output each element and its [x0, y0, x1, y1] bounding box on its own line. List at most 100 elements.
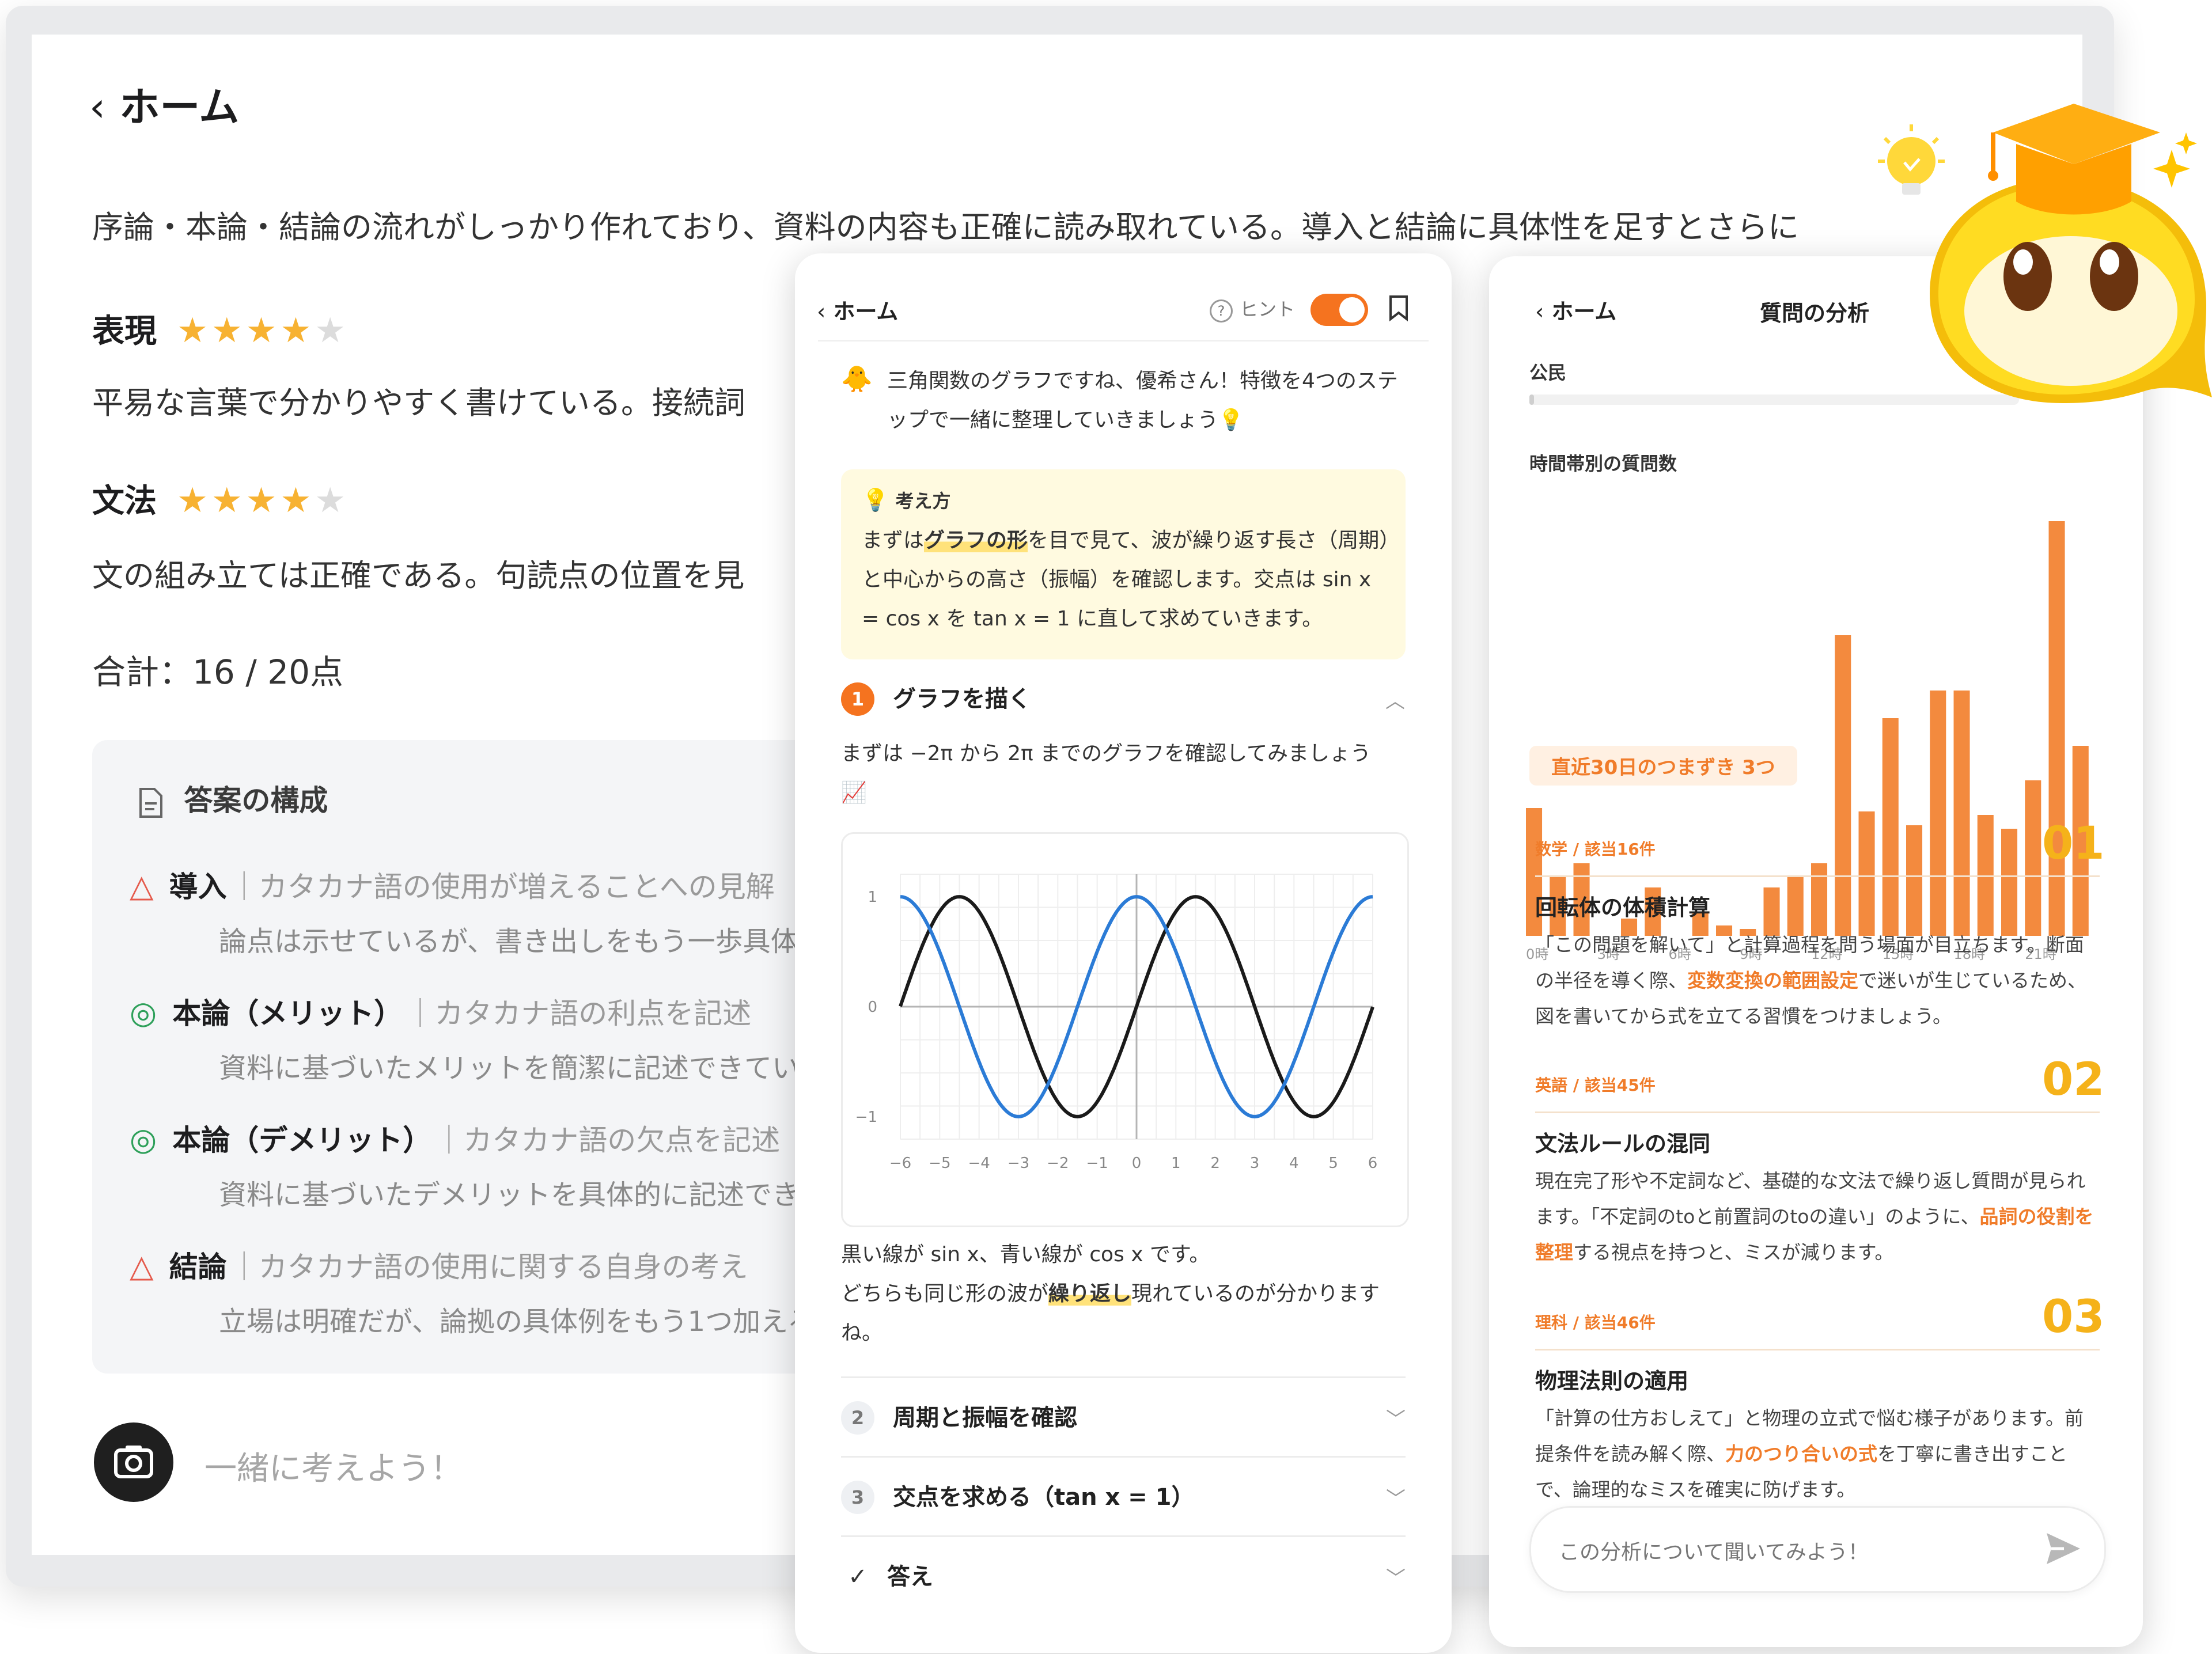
- x-tick-label: −4: [968, 1155, 990, 1172]
- structure-row: △ 導入 ｜カタカナ語の使用が増えることへの見解: [130, 868, 775, 904]
- subject-progress-fill: [1529, 394, 1534, 405]
- structure-row: △ 結論 ｜カタカナ語の使用に関する自身の考え: [130, 1248, 748, 1284]
- bar-hour-12: [1811, 863, 1828, 936]
- x-tick-label: 3: [1250, 1155, 1260, 1172]
- item-divider: [1535, 1111, 2100, 1113]
- back-chevron-icon[interactable]: ‹: [89, 84, 105, 131]
- bar-hour-21: [2025, 780, 2041, 936]
- item-divider: [1535, 1349, 2100, 1350]
- structure-row-desc: 資料に基づいたデメリットを具体的に記述できて: [219, 1179, 828, 1211]
- x-tick-label: −1: [1086, 1155, 1108, 1172]
- bookmark-icon[interactable]: [1388, 295, 1409, 324]
- step-number: 2: [841, 1401, 874, 1435]
- item-rank: 02: [2042, 1054, 2105, 1106]
- step-title: 答え: [887, 1564, 933, 1590]
- step-row[interactable]: ✓ 答え ﹀: [841, 1535, 1406, 1615]
- x-tick-label: 4: [1289, 1155, 1299, 1172]
- x-tick-label: 0: [1132, 1155, 1142, 1172]
- mascot-logo: [1872, 86, 2212, 420]
- page-title: 質問の分析: [1760, 301, 1870, 326]
- chevron-down-icon: ﹀: [1386, 1408, 1406, 1431]
- x-tick-label: 5: [1328, 1155, 1338, 1172]
- x-tick-label: −5: [929, 1155, 950, 1172]
- triangle-warning-icon: △: [130, 1248, 154, 1284]
- graph-caption: 黒い線が sin x、青い線が cos x です。 どちらも同じ形の波が繰り返し…: [841, 1243, 1380, 1345]
- back-nav[interactable]: ‹ ホーム: [1535, 294, 1616, 325]
- send-icon[interactable]: [2044, 1531, 2082, 1569]
- structure-row: ◎ 本論（メリット） ｜カタカナ語の利点を記述: [130, 995, 752, 1031]
- header-divider: [818, 340, 1429, 342]
- star-empty-icon: ★: [315, 310, 350, 351]
- light-bulb-icon: 💡: [862, 487, 889, 513]
- structure-row: ◎ 本論（デメリット） ｜カタカナ語の欠点を記述: [130, 1121, 781, 1158]
- bar-hour-20: [2001, 829, 2018, 936]
- bar-hour-16: [1906, 825, 1923, 936]
- y-tick-label: 1: [868, 889, 877, 906]
- star-empty-icon: ★: [315, 480, 350, 521]
- item-description: 現在完了形や不定詞など、基礎的な文法で繰り返し質問が見られます。「不定詞のtoと…: [1535, 1170, 2094, 1264]
- bar-hour-14: [1858, 811, 1875, 936]
- item-title: 回転体の体積計算: [1535, 895, 1711, 920]
- camera-icon: [114, 1446, 153, 1478]
- item-category: 数学 / 該当16件: [1535, 840, 1656, 859]
- trig-graph: −6 −5 −4 −3 −2 −1 0 1 2 3 4 5 6 1 0 −1: [855, 874, 1377, 1172]
- back-chevron-icon[interactable]: ‹: [817, 299, 825, 324]
- chevron-down-icon: ﹀: [1386, 1567, 1406, 1590]
- criterion-name: 文法: [92, 483, 157, 520]
- structure-title: 答案の構成: [138, 777, 328, 819]
- back-chevron-icon[interactable]: ‹: [1535, 299, 1544, 324]
- item-description: 「計算の仕方おしえて」と物理の立式で悩む様子があります。前提条件を読み解く際、力…: [1535, 1407, 2084, 1501]
- x-tick-label: −2: [1047, 1155, 1069, 1172]
- chat-input[interactable]: 一緒に考えよう！: [204, 1443, 463, 1489]
- subject-label: 公民: [1529, 362, 1567, 384]
- chevron-up-icon[interactable]: ︿: [1385, 685, 1405, 714]
- tip-text: まずはグラフの形を目で見て、波が繰り返す長さ（周期）と中心からの高さ（振幅）を確…: [862, 529, 1390, 631]
- step-title[interactable]: グラフを描く: [893, 682, 1031, 716]
- double-circle-icon: ◎: [130, 995, 157, 1031]
- analysis-chat-input[interactable]: この分析について聞いてみよう！: [1529, 1506, 2106, 1593]
- item-description: 「この問題を解いて」と計算過程を問う場面が目立ちます。断面の半径を導く際、変数変…: [1535, 934, 2086, 1027]
- bar-hour-17: [1930, 691, 1946, 936]
- item-category: 理科 / 該当46件: [1535, 1313, 1656, 1332]
- question-circle-icon: ?: [1210, 299, 1233, 323]
- star-filled-icon: ★★★★: [177, 480, 315, 521]
- chart-title: 時間帯別の質問数: [1529, 453, 1677, 475]
- y-tick-label: 0: [868, 999, 877, 1016]
- step-row[interactable]: 3 交点を求める（tan x = 1） ﹀: [841, 1456, 1406, 1536]
- feedback-summary: 序論・本論・結論の流れがしっかり作れており、資料の内容も正確に読み取れている。導…: [92, 209, 1799, 245]
- star-filled-icon: ★★★★: [177, 310, 315, 351]
- mascot-small-icon: 🐥: [841, 365, 873, 394]
- x-tick-label: −6: [889, 1155, 911, 1172]
- bar-hour-13: [1835, 635, 1851, 936]
- chevron-down-icon: ﹀: [1386, 1488, 1406, 1511]
- structure-row-desc: 資料に基づいたメリットを簡潔に記述できている: [219, 1052, 828, 1084]
- criterion-expression: 表現 ★★★★★: [92, 305, 349, 352]
- step-title: 周期と振幅を確認: [893, 1405, 1077, 1431]
- camera-button[interactable]: [94, 1422, 173, 1502]
- item-category: 英語 / 該当45件: [1535, 1076, 1656, 1095]
- hint-toggle[interactable]: [1310, 294, 1368, 326]
- x-tick-label: 1: [1171, 1155, 1181, 1172]
- criterion-name: 表現: [92, 313, 157, 350]
- x-tick-label: −3: [1007, 1155, 1029, 1172]
- structure-row-desc: 立場は明確だが、論拠の具体例をもう1つ加えると: [219, 1306, 843, 1338]
- back-nav[interactable]: ‹ ホーム: [89, 75, 239, 133]
- problem-phone: ‹ ホーム ? ヒント 🐥 三角関数のグラフですね、優希さん！特徴を4つのステップ…: [795, 253, 1452, 1653]
- tip-box: 💡 考え方 まずはグラフの形を目で見て、波が繰り返す長さ（周期）と中心からの高さ…: [841, 469, 1406, 659]
- check-icon: ✓: [848, 1564, 868, 1590]
- y-tick-label: −1: [855, 1109, 877, 1126]
- mascot-icon: [1878, 104, 2212, 403]
- item-rank: 01: [2042, 818, 2105, 870]
- document-icon: [139, 787, 162, 818]
- criterion-comment: 文の組み立ては正確である。句読点の位置を見: [92, 557, 745, 594]
- hint-label: ? ヒント: [1210, 295, 1295, 323]
- chart-emoji-icon: 📈: [841, 781, 867, 805]
- back-nav[interactable]: ‹ ホーム: [817, 294, 898, 325]
- double-circle-icon: ◎: [130, 1121, 157, 1158]
- rating-stars: ★★★★★: [177, 480, 349, 521]
- step-row[interactable]: 2 周期と振幅を確認 ﹀: [841, 1376, 1406, 1456]
- item-rank: 03: [2042, 1293, 2105, 1343]
- step-number: 1: [841, 682, 874, 716]
- item-title: 物理法則の適用: [1535, 1368, 1689, 1394]
- step-title: 交点を求める（tan x = 1）: [893, 1484, 1195, 1511]
